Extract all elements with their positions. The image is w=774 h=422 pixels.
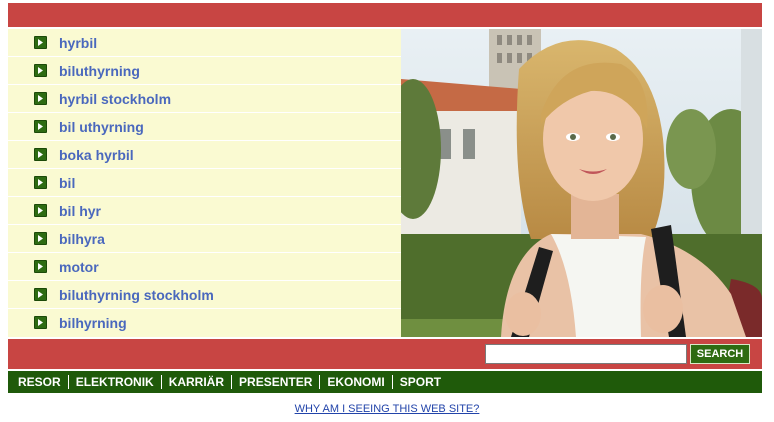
link-label[interactable]: bil hyr (59, 203, 101, 219)
link-label[interactable]: hyrbil (59, 35, 97, 51)
link-label[interactable]: boka hyrbil (59, 147, 134, 163)
list-item[interactable]: motor (8, 253, 401, 281)
list-item[interactable]: biluthyrning (8, 57, 401, 85)
student-photo-illustration (401, 29, 762, 337)
arrow-right-icon (34, 36, 47, 49)
link-label[interactable]: biluthyrning stockholm (59, 287, 214, 303)
link-label[interactable]: hyrbil stockholm (59, 91, 171, 107)
list-item[interactable]: boka hyrbil (8, 141, 401, 169)
list-item[interactable]: bil (8, 169, 401, 197)
nav-item-karriar[interactable]: KARRIÄR (160, 375, 231, 389)
category-nav: RESOR ELEKTRONIK KARRIÄR PRESENTER EKONO… (8, 371, 762, 393)
arrow-right-icon (34, 288, 47, 301)
link-label[interactable]: bilhyra (59, 231, 105, 247)
arrow-right-icon (34, 232, 47, 245)
arrow-right-icon (34, 148, 47, 161)
list-item[interactable]: bilhyra (8, 225, 401, 253)
list-item[interactable]: hyrbil (8, 29, 401, 57)
link-label[interactable]: bilhyrning (59, 315, 127, 331)
arrow-right-icon (34, 64, 47, 77)
nav-item-presenter[interactable]: PRESENTER (231, 375, 319, 389)
arrow-right-icon (34, 176, 47, 189)
top-banner (8, 3, 762, 27)
list-item[interactable]: hyrbil stockholm (8, 85, 401, 113)
list-item[interactable]: biluthyrning stockholm (8, 281, 401, 309)
nav-item-elektronik[interactable]: ELEKTRONIK (67, 375, 161, 389)
arrow-right-icon (34, 204, 47, 217)
keyword-link-list: hyrbil biluthyrning hyrbil stockholm bil… (8, 29, 401, 337)
why-seeing-site-link[interactable]: WHY AM I SEEING THIS WEB SITE? (0, 403, 774, 415)
link-label[interactable]: biluthyrning (59, 63, 140, 79)
search-button[interactable]: SEARCH (690, 344, 750, 364)
link-label[interactable]: motor (59, 259, 99, 275)
search-input[interactable] (485, 344, 687, 364)
link-label[interactable]: bil uthyrning (59, 119, 144, 135)
hero-photo (401, 29, 762, 337)
nav-item-resor[interactable]: RESOR (8, 375, 68, 389)
link-label[interactable]: bil (59, 175, 75, 191)
search-bar: SEARCH (8, 339, 762, 369)
list-item[interactable]: bil uthyrning (8, 113, 401, 141)
arrow-right-icon (34, 120, 47, 133)
arrow-right-icon (34, 92, 47, 105)
list-item[interactable]: bilhyrning (8, 309, 401, 336)
arrow-right-icon (34, 316, 47, 329)
nav-item-ekonomi[interactable]: EKONOMI (319, 375, 391, 389)
arrow-right-icon (34, 260, 47, 273)
list-item[interactable]: bil hyr (8, 197, 401, 225)
nav-item-sport[interactable]: SPORT (391, 375, 448, 389)
